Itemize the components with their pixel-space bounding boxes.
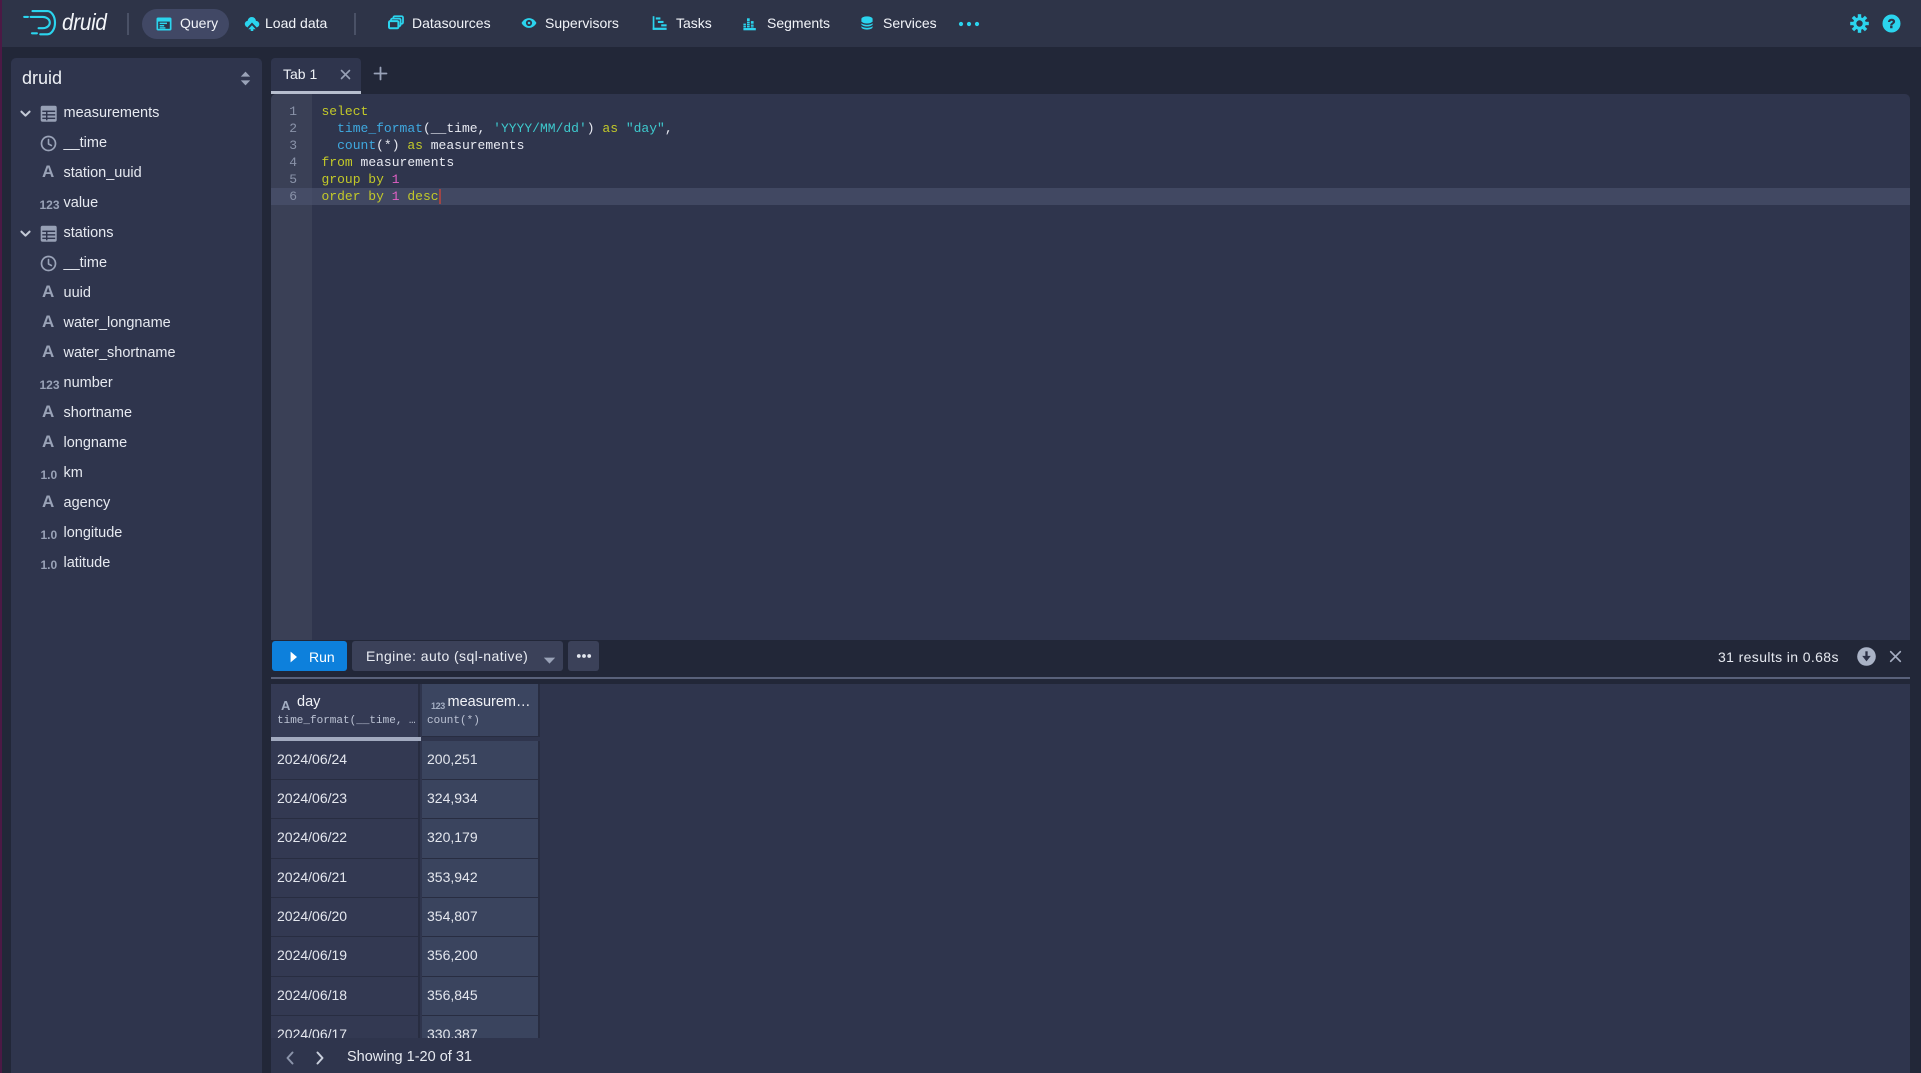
svg-text:?: ? (1888, 16, 1896, 31)
